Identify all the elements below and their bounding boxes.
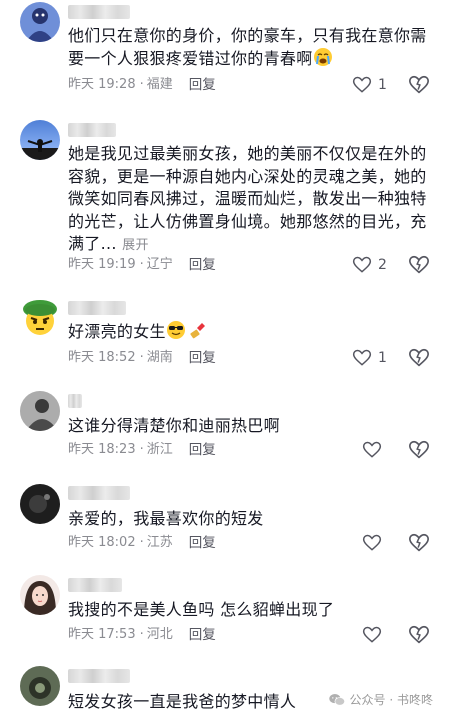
username[interactable] — [68, 301, 126, 315]
avatar[interactable] — [20, 120, 60, 160]
dislike-icon[interactable] — [408, 347, 430, 369]
timestamp: 昨天 17:53 — [68, 627, 136, 642]
like-button[interactable]: 1 — [352, 75, 387, 95]
like-count: 1 — [378, 77, 387, 93]
comment-meta: 昨天 19:19 · 辽宁 回复 — [68, 255, 216, 275]
avatar[interactable] — [20, 298, 60, 338]
dislike-icon[interactable] — [408, 74, 430, 96]
username[interactable] — [68, 394, 82, 408]
reply-button[interactable]: 回复 — [189, 75, 216, 95]
dislike-icon[interactable] — [408, 624, 430, 646]
like-button[interactable] — [362, 533, 382, 553]
expand-link[interactable]: 展开 — [122, 238, 149, 253]
reply-button[interactable]: 回复 — [189, 348, 216, 368]
like-button[interactable] — [362, 625, 382, 645]
timestamp: 昨天 18:02 — [68, 535, 136, 550]
wechat-icon — [328, 693, 345, 706]
comment-meta: 昨天 19:28 · 福建 回复 — [68, 75, 216, 95]
username[interactable] — [68, 578, 122, 592]
like-button[interactable]: 1 — [352, 348, 387, 368]
username[interactable] — [68, 5, 130, 19]
comment-text: 好漂亮的女生 — [68, 320, 428, 343]
comment-text: 亲爱的，我最喜欢你的短发 — [68, 509, 264, 528]
reply-button[interactable]: 回复 — [189, 255, 216, 275]
avatar[interactable] — [20, 2, 60, 42]
comment-text: 她是我见过最美丽女孩，她的美丽不仅仅是在外的容貌，更是一种源自她内心深处的灵魂之… — [68, 144, 427, 253]
timestamp: 昨天 19:28 — [68, 77, 136, 92]
timestamp: 昨天 18:23 — [68, 442, 136, 457]
avatar[interactable] — [20, 391, 60, 431]
comment-meta: 昨天 17:53 · 河北 回复 — [68, 625, 216, 645]
comment-text: 这谁分得清楚你和迪丽热巴啊 — [68, 416, 280, 435]
location: 河北 — [146, 627, 173, 642]
comment-text: 我搜的不是美人鱼吗 怎么貂蝉出现了 — [68, 600, 335, 619]
heart-icon — [352, 76, 372, 93]
avatar[interactable] — [20, 666, 60, 706]
heart-icon — [352, 349, 372, 366]
avatar[interactable] — [20, 484, 60, 524]
cool-face-icon — [166, 320, 186, 340]
reply-button[interactable]: 回复 — [189, 625, 216, 645]
comment-meta: 昨天 18:52 · 湖南 回复 — [68, 348, 216, 368]
like-button[interactable]: 2 — [352, 255, 387, 275]
location: 江苏 — [146, 535, 173, 550]
comment-meta: 昨天 18:23 · 浙江 回复 — [68, 440, 216, 460]
watermark: 公众号 · 书咚咚 — [328, 691, 433, 708]
location: 辽宁 — [146, 257, 173, 272]
heart-icon — [352, 256, 372, 273]
reply-button[interactable]: 回复 — [189, 533, 216, 553]
crying-face-icon — [313, 47, 333, 67]
username[interactable] — [68, 123, 116, 137]
dislike-icon[interactable] — [408, 532, 430, 554]
comment-text: 他们只在意你的身价，你的豪车，只有我在意你需要一个人狠狠疼爱错过你的青春啊 — [68, 26, 427, 68]
timestamp: 昨天 19:19 — [68, 257, 136, 272]
timestamp: 昨天 18:52 — [68, 350, 136, 365]
watermark-text: 公众号 · 书咚咚 — [349, 693, 433, 707]
location: 浙江 — [146, 442, 173, 457]
location: 福建 — [146, 77, 173, 92]
heart-icon — [362, 534, 382, 551]
dislike-icon[interactable] — [408, 439, 430, 461]
location: 湖南 — [146, 350, 173, 365]
dislike-icon[interactable] — [408, 254, 430, 276]
reply-button[interactable]: 回复 — [189, 440, 216, 460]
lipstick-icon — [188, 320, 208, 340]
heart-icon — [362, 626, 382, 643]
username[interactable] — [68, 486, 130, 500]
like-count: 2 — [378, 257, 387, 273]
comment-meta: 昨天 18:02 · 江苏 回复 — [68, 533, 216, 553]
avatar[interactable] — [20, 575, 60, 615]
heart-icon — [362, 441, 382, 458]
username[interactable] — [68, 669, 130, 683]
like-count: 1 — [378, 350, 387, 366]
like-button[interactable] — [362, 440, 382, 460]
